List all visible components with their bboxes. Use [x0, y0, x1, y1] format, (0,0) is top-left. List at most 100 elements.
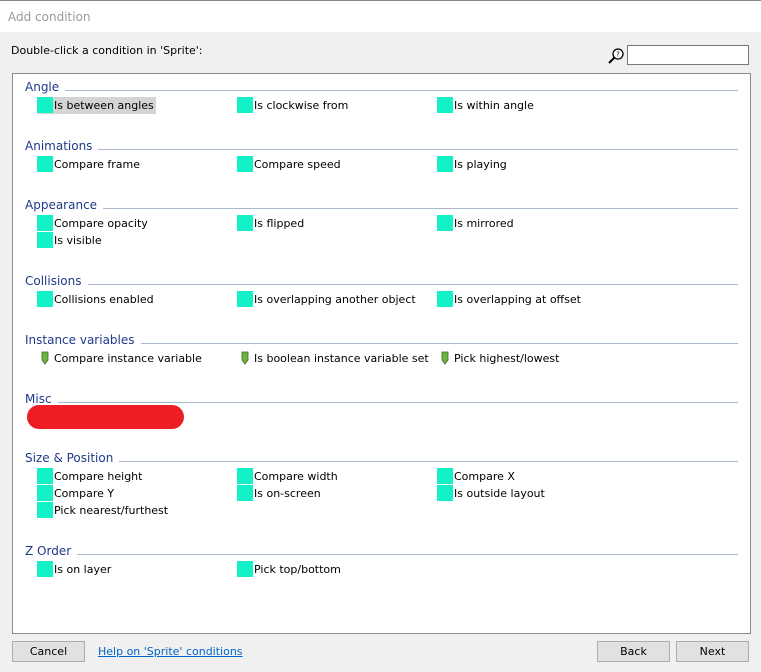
condition-compare-opacity[interactable]: Compare opacity	[37, 215, 148, 232]
conditions-panel[interactable]: Angle Is between angles Is clockwise from I…	[12, 73, 751, 634]
condition-label: Pick highest/lowest	[454, 352, 560, 365]
section-title: Z Order	[25, 544, 72, 558]
window-title: Add condition	[8, 10, 91, 24]
svg-text:?: ?	[616, 51, 620, 59]
condition-icon	[437, 97, 453, 113]
section-divider	[103, 208, 738, 209]
condition-is-overlapping-at-offset[interactable]: Is overlapping at offset	[437, 291, 581, 308]
condition-icon	[37, 215, 53, 231]
condition-icon	[37, 502, 53, 518]
section-title: Animations	[25, 139, 93, 153]
condition-icon	[237, 561, 253, 577]
condition-label: Pick top/bottom	[254, 563, 341, 576]
condition-icon	[437, 156, 453, 172]
section-divider	[119, 461, 738, 462]
section-divider	[77, 554, 738, 555]
section-title: Misc	[25, 392, 52, 406]
condition-label: Is on-screen	[254, 487, 321, 500]
condition-icon	[437, 485, 453, 501]
condition-label: Is mirrored	[454, 217, 514, 230]
title-bar: Add condition	[0, 0, 761, 32]
condition-label: Is within angle	[454, 99, 534, 112]
condition-icon	[237, 468, 253, 484]
condition-label: Compare height	[54, 470, 143, 483]
instruction-text: Double-click a condition in 'Sprite':	[11, 44, 203, 57]
condition-icon	[37, 561, 53, 577]
condition-compare-width[interactable]: Compare width	[237, 468, 338, 485]
condition-is-playing[interactable]: Is playing	[437, 156, 507, 173]
condition-label: Is between angles	[54, 99, 154, 112]
section-title: Collisions	[25, 274, 82, 288]
condition-icon	[237, 215, 253, 231]
condition-label: Is boolean instance variable set	[254, 352, 429, 365]
condition-icon	[37, 485, 53, 501]
condition-icon	[437, 291, 453, 307]
section-title: Size & Position	[25, 451, 114, 465]
condition-icon	[37, 232, 53, 248]
condition-pick-top-bottom[interactable]: Pick top/bottom	[237, 561, 341, 578]
condition-is-overlapping-another-object[interactable]: Is overlapping another object	[237, 291, 416, 308]
condition-pick-nearest-furthest[interactable]: Pick nearest/furthest	[37, 502, 168, 519]
instance-variable-icon	[441, 351, 449, 365]
condition-icon	[237, 485, 253, 501]
magnifier-icon[interactable]: ?	[607, 47, 625, 65]
condition-icon	[37, 156, 53, 172]
condition-label: Compare frame	[54, 158, 141, 171]
condition-is-between-angles[interactable]: Is between angles	[37, 97, 156, 114]
redacted-item	[27, 405, 184, 429]
condition-label: Collisions enabled	[54, 293, 154, 306]
condition-is-on-layer[interactable]: Is on layer	[37, 561, 111, 578]
condition-label: Is flipped	[254, 217, 305, 230]
condition-compare-speed[interactable]: Compare speed	[237, 156, 341, 173]
back-button[interactable]: Back	[597, 641, 670, 662]
section-divider	[141, 343, 738, 344]
condition-label: Is overlapping another object	[254, 293, 416, 306]
section-divider	[88, 284, 738, 285]
next-button[interactable]: Next	[676, 641, 749, 662]
condition-pick-highest-lowest[interactable]: Pick highest/lowest	[437, 350, 559, 367]
condition-icon	[437, 215, 453, 231]
condition-label: Compare opacity	[54, 217, 148, 230]
condition-icon	[37, 291, 53, 307]
condition-icon	[37, 468, 53, 484]
condition-label: Is outside layout	[454, 487, 545, 500]
condition-compare-height[interactable]: Compare height	[37, 468, 142, 485]
section-divider	[98, 149, 738, 150]
condition-label: Compare speed	[254, 158, 341, 171]
condition-compare-frame[interactable]: Compare frame	[37, 156, 140, 173]
condition-compare-instance-variable[interactable]: Compare instance variable	[37, 350, 202, 367]
instance-variable-icon	[41, 351, 49, 365]
condition-is-within-angle[interactable]: Is within angle	[437, 97, 534, 114]
condition-label: Compare X	[454, 470, 515, 483]
condition-icon	[237, 156, 253, 172]
condition-label: Is playing	[454, 158, 507, 171]
condition-label: Compare instance variable	[54, 352, 202, 365]
condition-is-outside-layout[interactable]: Is outside layout	[437, 485, 545, 502]
condition-icon	[437, 468, 453, 484]
condition-icon	[237, 97, 253, 113]
help-link[interactable]: Help on 'Sprite' conditions	[98, 645, 243, 658]
condition-is-visible[interactable]: Is visible	[37, 232, 102, 249]
condition-compare-y[interactable]: Compare Y	[37, 485, 114, 502]
condition-is-boolean-instance-variable-set[interactable]: Is boolean instance variable set	[237, 350, 429, 367]
condition-label: Is clockwise from	[254, 99, 349, 112]
condition-label: Is on layer	[54, 563, 112, 576]
condition-collisions-enabled[interactable]: Collisions enabled	[37, 291, 154, 308]
instance-variable-icon	[241, 351, 249, 365]
cancel-button[interactable]: Cancel	[12, 641, 85, 662]
section-title: Appearance	[25, 198, 98, 212]
condition-icon	[37, 97, 53, 113]
condition-icon	[237, 291, 253, 307]
search-input[interactable]	[627, 45, 749, 65]
condition-is-clockwise-from[interactable]: Is clockwise from	[237, 97, 348, 114]
condition-is-mirrored[interactable]: Is mirrored	[437, 215, 514, 232]
section-divider	[65, 90, 738, 91]
condition-is-on-screen[interactable]: Is on-screen	[237, 485, 321, 502]
condition-label: Compare Y	[54, 487, 115, 500]
condition-is-flipped[interactable]: Is flipped	[237, 215, 304, 232]
condition-label: Is overlapping at offset	[454, 293, 581, 306]
condition-compare-x[interactable]: Compare X	[437, 468, 515, 485]
condition-label: Compare width	[254, 470, 338, 483]
section-title: Angle	[25, 80, 60, 94]
section-title: Instance variables	[25, 333, 135, 347]
